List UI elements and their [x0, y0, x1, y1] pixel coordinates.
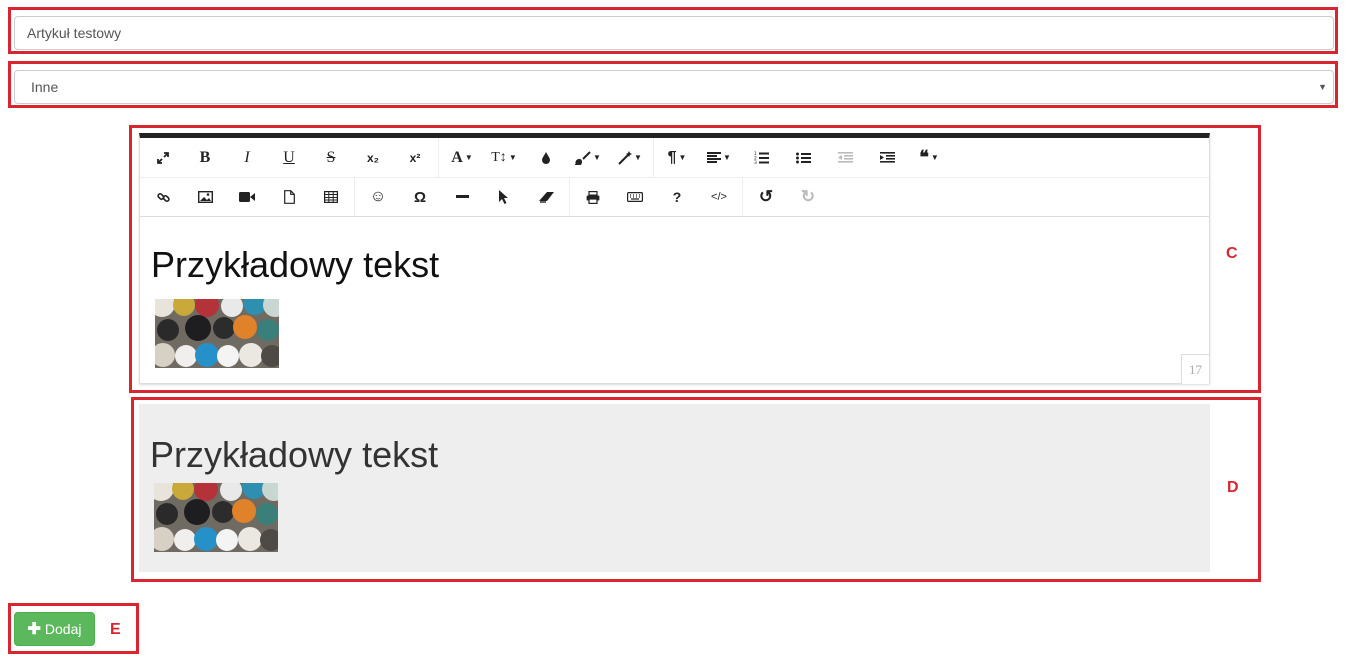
inline-style-icon[interactable]: ▼	[609, 140, 651, 176]
quote-icon[interactable]: ❝ ▼	[908, 140, 950, 176]
annotation-label-e: E	[110, 621, 121, 638]
emoticon-icon[interactable]: ☺	[357, 179, 399, 215]
font-family-icon[interactable]: A ▼	[441, 140, 483, 176]
paint-cans-image[interactable]	[155, 299, 279, 368]
wysiwyg-editor: B I U S x₂ x² A ▼ T↕ ▼ ▼ ▼ ¶ ▼ ▼ 1 2 3 ❝…	[139, 133, 1210, 384]
fullscreen-icon[interactable]	[142, 140, 184, 176]
preview-content-heading: Przykładowy tekst	[150, 434, 439, 475]
editor-toolbar-row-2: ☺ Ω ? </> ↺ ↻	[140, 178, 1209, 217]
editor-toolbar-row-1: B I U S x₂ x² A ▼ T↕ ▼ ▼ ▼ ¶ ▼ ▼ 1 2 3 ❝…	[140, 138, 1209, 178]
svg-text:3: 3	[754, 160, 757, 164]
preview-paint-cans-image	[154, 483, 278, 552]
keyboard-icon[interactable]	[614, 179, 656, 215]
category-select[interactable]: Inne ▼	[14, 70, 1334, 104]
paragraph-format-icon[interactable]: ¶ ▼	[656, 140, 698, 176]
content-preview: Przykładowy tekst	[139, 404, 1210, 572]
category-select-value: Inne	[31, 79, 59, 95]
add-button[interactable]: ✚ Dodaj	[14, 612, 95, 646]
image-icon[interactable]	[184, 179, 226, 215]
align-icon[interactable]: ▼	[698, 140, 740, 176]
unordered-list-icon[interactable]	[782, 140, 824, 176]
video-icon[interactable]	[226, 179, 268, 215]
clear-formatting-icon[interactable]	[525, 179, 567, 215]
indent-icon[interactable]	[866, 140, 908, 176]
ordered-list-icon[interactable]: 123	[740, 140, 782, 176]
outdent-icon[interactable]	[824, 140, 866, 176]
add-button-label: Dodaj	[44, 621, 82, 637]
font-size-icon[interactable]: T↕ ▼	[483, 140, 525, 176]
italic-icon[interactable]: I	[226, 140, 268, 176]
editor-content-heading[interactable]: Przykładowy tekst	[151, 244, 439, 286]
underline-icon[interactable]: U	[268, 140, 310, 176]
editor-content-area[interactable]: Przykładowy tekst 17	[140, 218, 1209, 384]
character-counter: 17	[1181, 354, 1209, 384]
select-all-icon[interactable]	[483, 179, 525, 215]
background-color-icon[interactable]: ▼	[567, 140, 609, 176]
superscript-icon[interactable]: x²	[394, 140, 436, 176]
file-icon[interactable]	[268, 179, 310, 215]
text-color-icon[interactable]	[525, 140, 567, 176]
redo-icon[interactable]: ↻	[787, 179, 829, 215]
plus-icon: ✚	[27, 621, 41, 638]
annotation-label-c: C	[1226, 245, 1238, 262]
help-icon[interactable]: ?	[656, 179, 698, 215]
code-view-icon[interactable]: </>	[698, 179, 740, 215]
special-characters-icon[interactable]: Ω	[399, 179, 441, 215]
horizontal-line-icon[interactable]	[441, 179, 483, 215]
undo-icon[interactable]: ↺	[745, 179, 787, 215]
table-icon[interactable]	[310, 179, 352, 215]
print-icon[interactable]	[572, 179, 614, 215]
subscript-icon[interactable]: x₂	[352, 140, 394, 176]
article-title-input[interactable]	[14, 16, 1334, 50]
annotation-label-d: D	[1227, 479, 1239, 496]
bold-icon[interactable]: B	[184, 140, 226, 176]
strikethrough-icon[interactable]: S	[310, 140, 352, 176]
link-icon[interactable]	[142, 179, 184, 215]
select-caret-icon: ▼	[1318, 82, 1327, 92]
